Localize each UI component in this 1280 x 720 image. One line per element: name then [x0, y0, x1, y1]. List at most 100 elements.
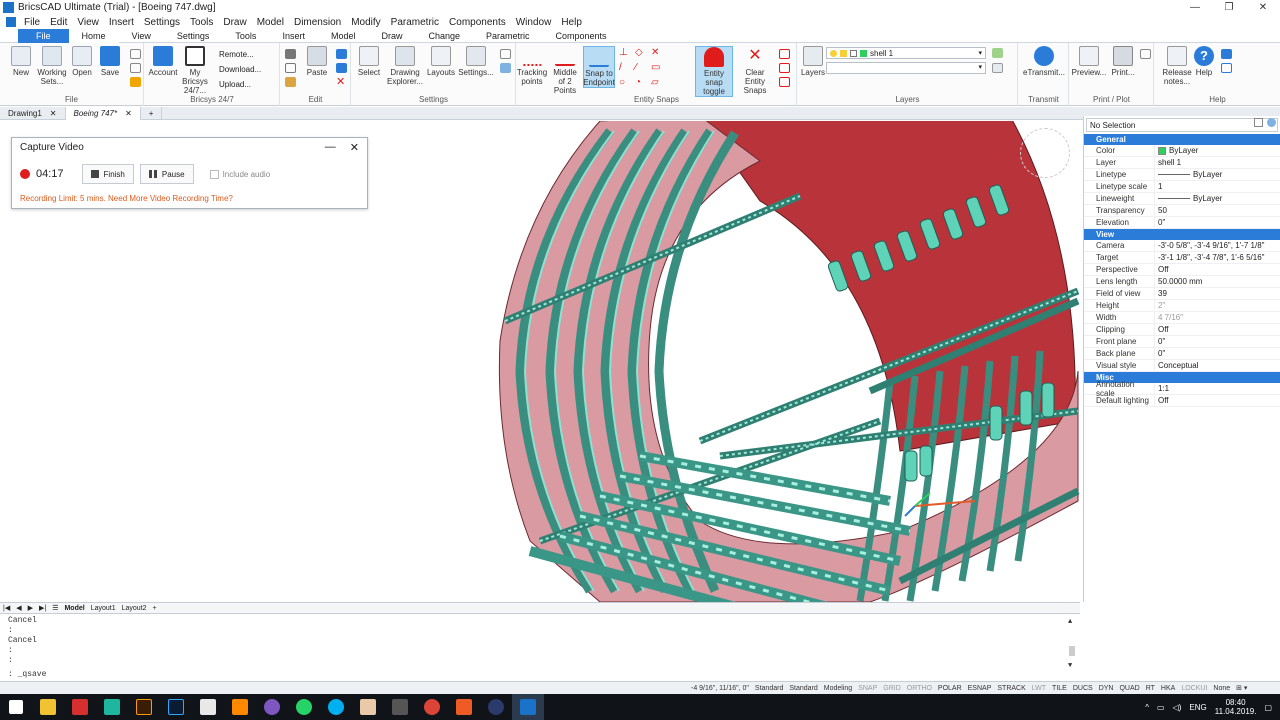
network-icon[interactable]: ▭	[1157, 703, 1165, 712]
close-icon[interactable]: ✕	[1246, 2, 1280, 13]
working-sets-button[interactable]: Working Sets...	[36, 46, 68, 86]
status-esnap[interactable]: ESNAP	[965, 685, 995, 692]
snap-quadrant-icon[interactable]: /	[619, 63, 630, 73]
quick-select-icon[interactable]	[1254, 118, 1263, 127]
release-notes-button[interactable]: Release notes...	[1159, 46, 1195, 86]
clock[interactable]: 08:40 11.04.2019.	[1215, 698, 1257, 716]
menu-modify[interactable]: Modify	[346, 17, 385, 28]
menu-model[interactable]: Model	[252, 17, 289, 28]
scroll-up-icon[interactable]: ▲	[1068, 618, 1076, 626]
cut-icon[interactable]	[285, 49, 296, 59]
notifications-icon[interactable]: ▢	[1264, 703, 1272, 712]
snap-apparent-icon[interactable]	[779, 77, 790, 87]
clear-entity-snaps-button[interactable]: ✕ Clear Entity Snaps	[735, 46, 775, 95]
page-setup-icon[interactable]	[130, 63, 141, 73]
menu-parametric[interactable]: Parametric	[386, 17, 444, 28]
taskbar-vlc[interactable]	[224, 694, 256, 720]
scroll-down-icon[interactable]: ▼	[1068, 662, 1076, 670]
tracking-points-button[interactable]: Tracking points	[517, 46, 547, 86]
snap-intersection-icon[interactable]: ⁄	[635, 63, 646, 73]
start-button[interactable]	[0, 694, 32, 720]
prop-row[interactable]: Lens length 50.0000 mm	[1084, 275, 1280, 288]
taskbar-app11[interactable]	[352, 694, 384, 720]
status-lockui[interactable]: LOCKUI	[1178, 685, 1210, 692]
status-polar[interactable]: POLAR	[935, 685, 965, 692]
redo-icon[interactable]	[336, 63, 347, 73]
pause-button[interactable]: Pause	[139, 164, 194, 184]
ucs-icon[interactable]	[500, 49, 511, 59]
status-snap[interactable]: SNAP	[855, 685, 880, 692]
status-dim-style[interactable]: Standard	[786, 685, 820, 692]
layer-previous-icon[interactable]	[992, 48, 1003, 58]
snap-parallel-icon[interactable]	[779, 63, 790, 73]
menu-draw[interactable]: Draw	[218, 17, 251, 28]
prop-row[interactable]: Elevation 0"	[1084, 216, 1280, 229]
layer-state-dropdown[interactable]: ▾	[826, 62, 986, 74]
tab-model[interactable]: Model	[318, 29, 369, 43]
prop-row[interactable]: Front plane 0"	[1084, 335, 1280, 348]
snap-center-icon[interactable]: ◇	[635, 48, 646, 58]
open-button[interactable]: Open	[70, 46, 94, 77]
my-bricsys-button[interactable]: My Bricsys 24/7...	[177, 46, 213, 95]
prev-layout-icon[interactable]: ◀	[13, 604, 24, 612]
minimize-icon[interactable]: —	[1178, 2, 1212, 13]
layout-list-icon[interactable]: ☰	[49, 604, 61, 612]
prop-row[interactable]: Transparency 50	[1084, 204, 1280, 217]
snap-midpoint-icon[interactable]: ⊥	[619, 48, 630, 58]
prop-row[interactable]: Camera -3'-0 5/8", -3'-4 9/16", 1'-7 1/8"	[1084, 239, 1280, 252]
menu-settings[interactable]: Settings	[139, 17, 185, 28]
download-link[interactable]: Download...	[219, 62, 261, 77]
taskbar-app3[interactable]	[96, 694, 128, 720]
prop-row[interactable]: Perspective Off	[1084, 263, 1280, 276]
menu-file[interactable]: File	[19, 17, 45, 28]
taskbar-calculator[interactable]	[384, 694, 416, 720]
section-general[interactable]: General	[1084, 134, 1280, 145]
help-button[interactable]: ? Help	[1191, 46, 1217, 77]
menu-tools[interactable]: Tools	[185, 17, 218, 28]
tab-insert[interactable]: Insert	[269, 29, 318, 43]
next-layout-icon[interactable]: ▶	[25, 604, 36, 612]
menu-view[interactable]: View	[72, 17, 104, 28]
snap-nearest-icon[interactable]: ▱	[651, 78, 662, 88]
prop-row[interactable]: Back plane 0"	[1084, 347, 1280, 360]
about-icon[interactable]	[1221, 63, 1232, 73]
tab-tools[interactable]: Tools	[222, 29, 269, 43]
layer-match-icon[interactable]	[992, 63, 1003, 73]
volume-icon[interactable]: ◁)	[1173, 703, 1182, 712]
snap-tangent-icon[interactable]: ◔	[635, 78, 646, 88]
snap-extension-icon[interactable]	[779, 49, 790, 59]
status-hka[interactable]: HKA	[1158, 685, 1178, 692]
recording-limit-link[interactable]: Recording Limit: 5 mins. Need More Video…	[20, 194, 233, 203]
erase-icon[interactable]: ✕	[336, 77, 347, 88]
taskbar-whatsapp[interactable]	[288, 694, 320, 720]
taskbar-explorer[interactable]	[32, 694, 64, 720]
taskbar-illustrator[interactable]	[128, 694, 160, 720]
taskbar-bricscad[interactable]	[512, 694, 544, 720]
prop-row[interactable]: Target -3'-1 1/8", -3'-4 7/8", 1'-6 5/16"	[1084, 251, 1280, 264]
print-button[interactable]: Print...	[1108, 46, 1138, 77]
match-properties-icon[interactable]	[285, 77, 296, 87]
taskbar-photoshop[interactable]	[160, 694, 192, 720]
layers-button[interactable]: Layers	[800, 46, 826, 77]
doc-tab-boeing[interactable]: Boeing 747* ✕	[65, 106, 141, 120]
snap-perpendicular-icon[interactable]: ○	[619, 78, 630, 88]
status-workspace[interactable]: Modeling	[821, 685, 855, 692]
prop-row[interactable]: Layer shell 1	[1084, 156, 1280, 169]
undo-icon[interactable]	[336, 49, 347, 59]
doc-tab-drawing1[interactable]: Drawing1 ✕	[0, 106, 66, 120]
prop-row[interactable]: Height 2"	[1084, 299, 1280, 312]
command-scrollbar[interactable]: ▲ ▼	[1068, 618, 1076, 678]
include-audio-checkbox[interactable]: Include audio	[209, 169, 270, 179]
account-button[interactable]: Account	[148, 46, 178, 77]
status-grid[interactable]: GRID	[880, 685, 904, 692]
middle-of-2-points-button[interactable]: Middle of 2 Points	[549, 46, 581, 95]
status-lwt[interactable]: LWT	[1029, 685, 1049, 692]
taskbar-viber[interactable]	[256, 694, 288, 720]
tab-model[interactable]: Model	[61, 605, 87, 612]
menu-help[interactable]: Help	[556, 17, 587, 28]
tab-view[interactable]: View	[119, 29, 164, 43]
preview-button[interactable]: Preview...	[1072, 46, 1106, 77]
prop-row[interactable]: Width 4 7/16"	[1084, 311, 1280, 324]
minimize-icon[interactable]: —	[325, 141, 336, 154]
toggle-pickadd-icon[interactable]	[1267, 118, 1276, 127]
